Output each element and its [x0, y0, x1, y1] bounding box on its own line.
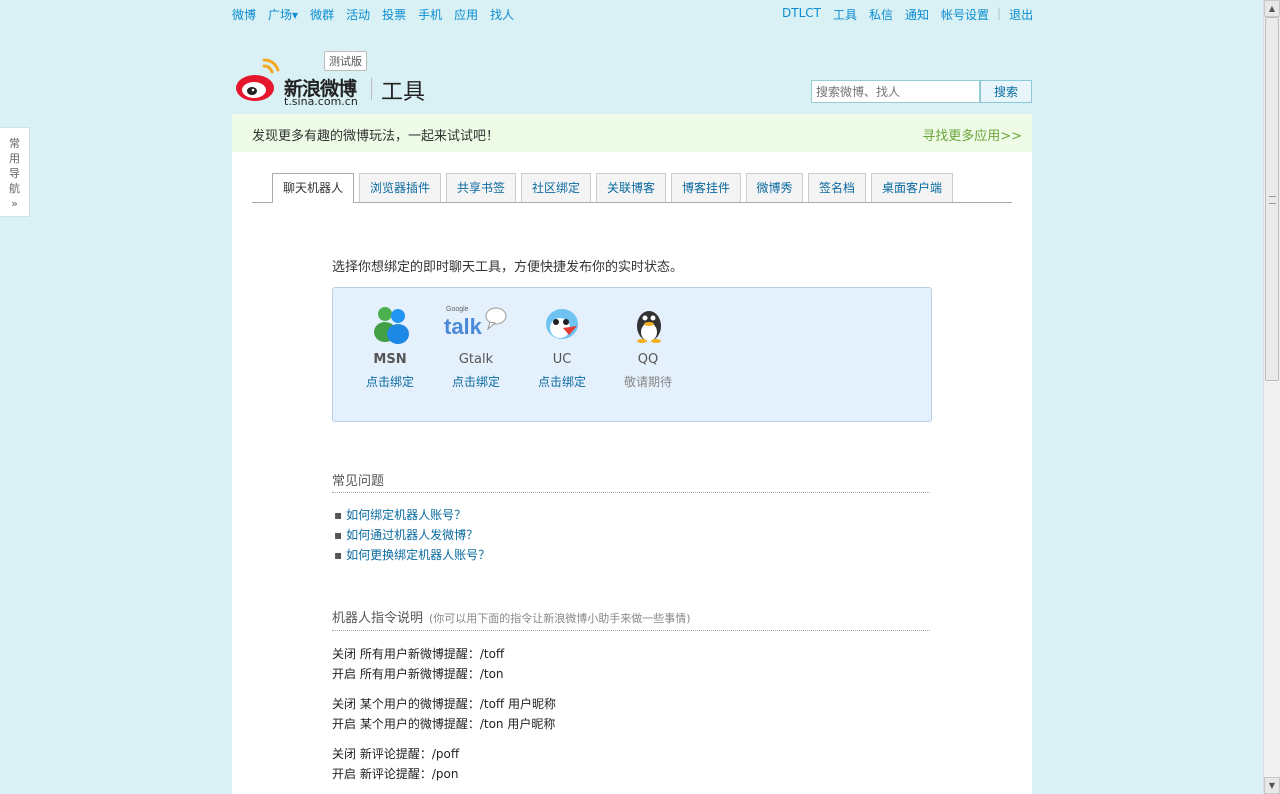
nav-mobile[interactable]: 手机: [418, 6, 442, 23]
im-name: Gtalk: [458, 352, 494, 367]
promo-banner: 发现更多有趣的微博玩法，一起来试试吧！ 寻找更多应用>>: [232, 114, 1032, 152]
sidetab-char: 常: [9, 137, 20, 150]
faq-link[interactable]: 如何绑定机器人账号？: [346, 508, 466, 522]
command-row: 关闭 某个用户的微博提醒：/toff 用户昵称: [332, 697, 556, 711]
nav-find-people[interactable]: 找人: [490, 6, 514, 23]
im-name: MSN: [373, 352, 407, 367]
bullet-icon: ▪: [334, 548, 343, 562]
tab-blog-widget[interactable]: 博客挂件: [671, 173, 741, 202]
commands-divider: [332, 630, 930, 631]
nav-weibo[interactable]: 微博: [232, 6, 256, 23]
tab-signature[interactable]: 签名档: [808, 173, 866, 202]
im-name: UC: [552, 352, 572, 367]
nav-account-settings[interactable]: 帐号设置: [941, 6, 989, 23]
intro-text: 选择你想绑定的即时聊天工具，方便快捷发布你的实时状态。: [332, 260, 684, 275]
sidetab-char: 用: [9, 152, 20, 165]
coming-soon-text: 敬请期待: [623, 375, 672, 389]
im-name: QQ: [637, 352, 659, 367]
main-content: 聊天机器人 浏览器插件 共享书签 社区绑定 关联博客 博客挂件 微博秀 签名档 …: [232, 152, 1032, 794]
nav-events[interactable]: 活动: [346, 6, 370, 23]
bind-uc-link[interactable]: 点击绑定: [524, 373, 600, 390]
top-nav-left: 微博 广场▾ 微群 活动 投票 手机 应用 找人: [232, 6, 526, 23]
nav-square-label: 广场: [268, 8, 293, 22]
banner-message: 发现更多有趣的微博玩法，一起来试试吧！: [252, 129, 500, 144]
im-gtalk[interactable]: Google talk Gtalk 点击绑定: [438, 302, 514, 394]
tool-tabs: 聊天机器人 浏览器插件 共享书签 社区绑定 关联博客 博客挂件 微博秀 签名档 …: [252, 173, 1012, 203]
header: 测试版 新浪微博 t.sina.com.cn 工具 搜索: [232, 30, 1032, 114]
command-row: 开启 新评论提醒：/pon: [332, 767, 459, 781]
im-qq: QQ 敬请期待: [610, 302, 686, 394]
search-input[interactable]: [811, 80, 980, 103]
command-row: 开启 某个用户的微博提醒：/ton 用户昵称: [332, 717, 556, 731]
tab-weibo-show[interactable]: 微博秀: [746, 173, 803, 202]
scroll-thumb[interactable]: [1265, 17, 1279, 381]
grip-icon: [1269, 196, 1276, 204]
im-uc[interactable]: UC 点击绑定: [524, 302, 600, 394]
page-title: 工具: [381, 80, 426, 105]
tab-desktop-client[interactable]: 桌面客户端: [871, 173, 953, 202]
bullet-icon: ▪: [334, 528, 343, 542]
commands-title: 机器人指令说明 (你可以用下面的指令让新浪微博小助手来做一些事情): [332, 607, 691, 626]
im-tools-panel: MSN 点击绑定 Google talk Gtalk 点击绑定 UC 点击绑定 …: [332, 287, 932, 422]
sina-weibo-logo-icon[interactable]: [234, 54, 284, 106]
faq-list: ▪ 如何绑定机器人账号？ ▪ 如何通过机器人发微博？ ▪ 如何更换绑定机器人账号？: [334, 506, 490, 566]
nav-apps[interactable]: 应用: [454, 6, 478, 23]
bind-gtalk-link[interactable]: 点击绑定: [438, 373, 514, 390]
nav-messages[interactable]: 私信: [869, 6, 893, 23]
bullet-icon: ▪: [334, 508, 343, 522]
beta-badge: 测试版: [324, 51, 367, 71]
command-row: 关闭 所有用户新微博提醒：/toff: [332, 647, 505, 661]
msn-icon: [374, 307, 409, 344]
top-nav-bar: 微博 广场▾ 微群 活动 投票 手机 应用 找人 DTLCT 工具 私信 通知 …: [0, 0, 1263, 28]
tab-shared-bookmarks[interactable]: 共享书签: [446, 173, 516, 202]
search-button[interactable]: 搜索: [980, 80, 1032, 103]
scroll-up-arrow-icon[interactable]: ▲: [1264, 0, 1280, 17]
faq-item[interactable]: ▪ 如何通过机器人发微博？: [334, 526, 490, 546]
nav-vote[interactable]: 投票: [382, 6, 406, 23]
nav-logout[interactable]: 退出: [1009, 6, 1033, 23]
double-chevron-right-icon: »: [11, 197, 18, 210]
commands-note: (你可以用下面的指令让新浪微博小助手来做一些事情): [429, 612, 691, 625]
command-row: 关闭 新评论提醒：/poff: [332, 747, 460, 761]
uc-icon: [546, 309, 578, 339]
im-msn[interactable]: MSN 点击绑定: [352, 302, 428, 394]
faq-item[interactable]: ▪ 如何更换绑定机器人账号？: [334, 546, 490, 566]
faq-divider: [332, 492, 930, 493]
nav-square[interactable]: 广场▾: [268, 6, 298, 23]
faq-title: 常见问题: [332, 474, 385, 489]
command-row: 开启 所有用户新微博提醒：/ton: [332, 667, 504, 681]
search-bar: 搜索: [811, 80, 1032, 103]
common-nav-sidetab[interactable]: 常 用 导 航 »: [0, 127, 30, 217]
commands-title-text: 机器人指令说明: [332, 611, 424, 626]
brand-domain: t.sina.com.cn: [284, 95, 358, 108]
gtalk-logo-google: Google: [446, 306, 469, 313]
nav-notifications[interactable]: 通知: [905, 6, 929, 23]
scroll-down-arrow-icon[interactable]: ▼: [1264, 777, 1280, 794]
commands-list: 关闭 所有用户新微博提醒：/toff 开启 所有用户新微博提醒：/ton 关闭 …: [332, 645, 556, 785]
gtalk-icon: Google talk: [444, 306, 507, 339]
tab-chat-robot[interactable]: 聊天机器人: [272, 173, 354, 203]
command-gap: [332, 735, 556, 745]
command-gap: [332, 685, 556, 695]
tab-community-binding[interactable]: 社区绑定: [521, 173, 591, 202]
find-more-apps-link[interactable]: 寻找更多应用>>: [922, 125, 1022, 144]
faq-link[interactable]: 如何更换绑定机器人账号？: [346, 548, 490, 562]
faq-item[interactable]: ▪ 如何绑定机器人账号？: [334, 506, 490, 526]
vertical-scrollbar[interactable]: ▲ ▼: [1263, 0, 1280, 794]
sidetab-char: 航: [9, 182, 20, 195]
faq-link[interactable]: 如何通过机器人发微博？: [346, 528, 478, 542]
gtalk-logo-talk: talk: [444, 314, 483, 339]
tab-linked-blog[interactable]: 关联博客: [596, 173, 666, 202]
chevron-down-icon: ▾: [292, 8, 299, 22]
sidetab-char: 导: [9, 167, 20, 180]
nav-username[interactable]: DTLCT: [782, 6, 821, 23]
header-divider: [371, 78, 372, 100]
qq-icon: [637, 311, 661, 343]
tab-browser-plugin[interactable]: 浏览器插件: [359, 173, 441, 202]
nav-tools[interactable]: 工具: [833, 6, 857, 23]
nav-divider: |: [997, 6, 1002, 20]
top-nav-right: DTLCT 工具 私信 通知 帐号设置 | 退出: [782, 6, 1045, 23]
bind-msn-link[interactable]: 点击绑定: [352, 373, 428, 390]
nav-groups[interactable]: 微群: [310, 6, 334, 23]
